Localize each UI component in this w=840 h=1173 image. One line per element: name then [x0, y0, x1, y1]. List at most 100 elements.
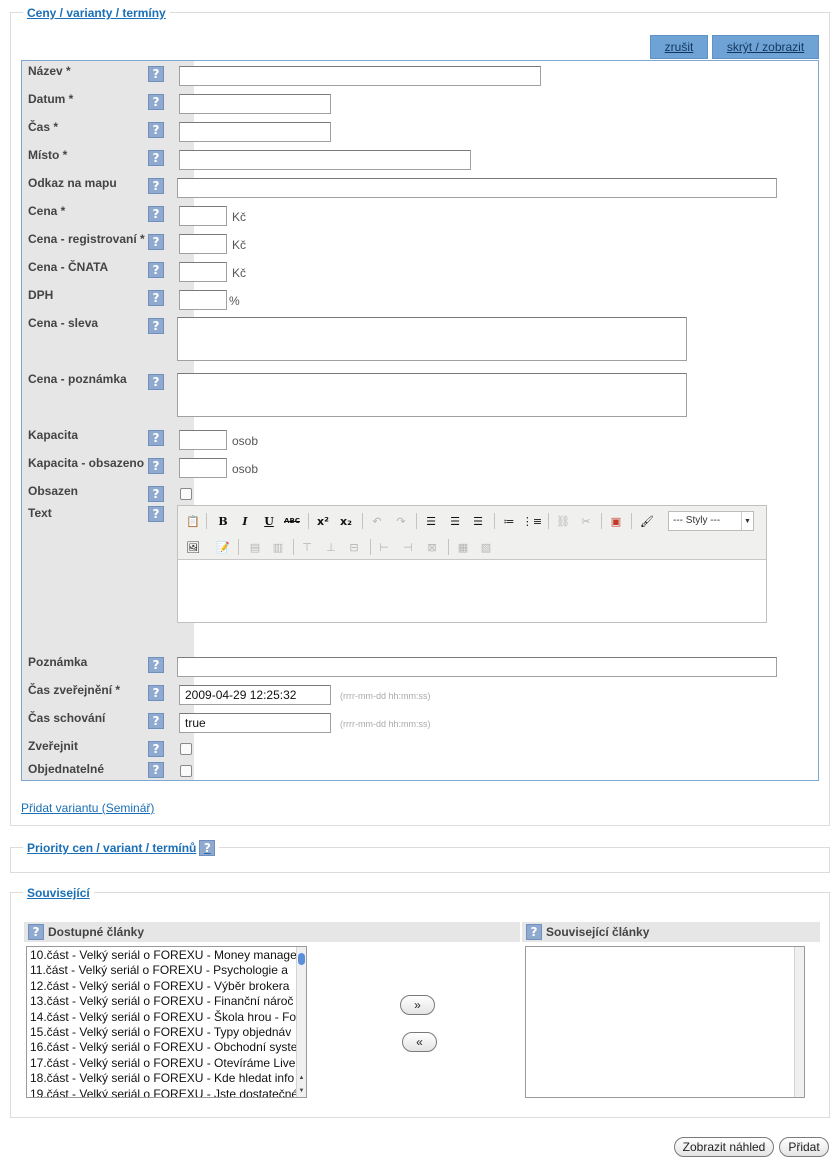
numbered-list-icon[interactable]: ⋮≡: [522, 512, 542, 530]
move-left-button[interactable]: «: [402, 1032, 437, 1052]
price-input[interactable]: [179, 206, 227, 226]
list-item[interactable]: 15.část - Velký seriál o FOREXU - Typy o…: [27, 1025, 296, 1040]
help-icon[interactable]: ?: [28, 924, 44, 940]
help-icon[interactable]: ?: [148, 206, 164, 222]
help-icon[interactable]: ?: [148, 430, 164, 446]
help-icon[interactable]: ?: [526, 924, 542, 940]
insert-col-after-icon[interactable]: ⊣: [399, 538, 417, 556]
align-center-icon[interactable]: ☰: [446, 512, 464, 530]
price-note-textarea[interactable]: [177, 373, 687, 417]
prices-section-title[interactable]: Ceny / varianty / termíny: [23, 5, 170, 21]
publish-time-input[interactable]: 2009-04-29 12:25:32: [179, 685, 331, 705]
align-right-icon[interactable]: ☰: [469, 512, 487, 530]
price-registered-input[interactable]: [179, 234, 227, 254]
add-button[interactable]: Přidat: [779, 1137, 829, 1157]
help-icon[interactable]: ?: [148, 262, 164, 278]
list-item[interactable]: 16.část - Velký seriál o FOREXU - Obchod…: [27, 1040, 296, 1055]
publish-checkbox[interactable]: [180, 743, 192, 755]
occupied-checkbox[interactable]: [180, 488, 192, 500]
insert-row-after-icon[interactable]: ⊥: [322, 538, 340, 556]
scroll-down-arrow-icon[interactable]: ▼: [297, 1086, 306, 1095]
table-row-props-icon[interactable]: ▤: [246, 538, 264, 556]
add-variant-link[interactable]: Přidat variantu (Seminář): [21, 801, 154, 815]
help-icon[interactable]: ?: [148, 458, 164, 474]
list-item[interactable]: 13.část - Velký seriál o FOREXU - Finanč…: [27, 994, 296, 1009]
available-articles-list[interactable]: 10.část - Velký seriál o FOREXU - Money …: [26, 946, 307, 1098]
delete-col-icon[interactable]: ⊠: [423, 538, 441, 556]
priorities-title-text[interactable]: Priority cen / variant / termínů: [27, 840, 196, 856]
list-item[interactable]: 18.část - Velký seriál o FOREXU - Kde hl…: [27, 1071, 296, 1086]
unlink-icon[interactable]: ✂: [577, 512, 595, 530]
preview-button[interactable]: Zobrazit náhled: [674, 1137, 774, 1157]
bold-icon[interactable]: B: [214, 512, 232, 530]
scrollbar-thumb[interactable]: [298, 953, 305, 965]
help-icon[interactable]: ?: [148, 234, 164, 250]
vat-input[interactable]: [179, 290, 227, 310]
help-icon[interactable]: ?: [148, 657, 164, 673]
time-input[interactable]: [179, 122, 331, 142]
list-item[interactable]: 19.část - Velký seriál o FOREXU - Jste d…: [27, 1087, 296, 1097]
undo-icon[interactable]: ↶: [368, 512, 386, 530]
date-input[interactable]: [179, 94, 331, 114]
price-cnata-input[interactable]: [179, 262, 227, 282]
help-icon[interactable]: ?: [148, 290, 164, 306]
insert-row-before-icon[interactable]: ⊤: [298, 538, 316, 556]
list-item[interactable]: 14.část - Velký seriál o FOREXU - Škola …: [27, 1010, 296, 1025]
edit-icon[interactable]: 📝: [214, 538, 232, 556]
help-icon[interactable]: ?: [148, 178, 164, 194]
styles-select[interactable]: --- Styly --- ▼: [668, 511, 754, 531]
list-scrollbar[interactable]: ▲ ▼: [296, 947, 306, 1097]
insert-image-icon[interactable]: 🖼: [184, 538, 202, 556]
priorities-section-title[interactable]: Priority cen / variant / termínů ?: [23, 840, 220, 856]
insert-col-before-icon[interactable]: ⊢: [375, 538, 393, 556]
help-icon[interactable]: ?: [148, 486, 164, 502]
help-icon[interactable]: ?: [199, 840, 216, 856]
help-icon[interactable]: ?: [148, 94, 164, 110]
align-left-icon[interactable]: ☰: [422, 512, 440, 530]
toggle-visibility-button[interactable]: skrýt / zobrazit: [712, 35, 819, 59]
help-icon[interactable]: ?: [148, 66, 164, 82]
table-cell-props-icon[interactable]: ▥: [269, 538, 287, 556]
merge-cells-icon[interactable]: ▧: [477, 538, 495, 556]
paste-word-icon[interactable]: 📋: [184, 512, 202, 530]
list-item[interactable]: 11.část - Velký seriál o FOREXU - Psycho…: [27, 963, 296, 978]
italic-icon[interactable]: I: [236, 512, 254, 530]
html-source-icon[interactable]: ▣: [607, 512, 625, 530]
list-scrollbar[interactable]: [794, 947, 804, 1097]
place-input[interactable]: [179, 150, 471, 170]
split-cells-icon[interactable]: ▦: [454, 538, 472, 556]
scroll-up-arrow-icon[interactable]: ▲: [297, 1073, 306, 1082]
help-icon[interactable]: ?: [148, 762, 164, 778]
help-icon[interactable]: ?: [148, 713, 164, 729]
capacity-occupied-input[interactable]: [179, 458, 227, 478]
bullet-list-icon[interactable]: ≔: [500, 512, 518, 530]
list-item[interactable]: 10.část - Velký seriál o FOREXU - Money …: [27, 948, 296, 963]
help-icon[interactable]: ?: [148, 122, 164, 138]
help-icon[interactable]: ?: [148, 506, 164, 522]
help-icon[interactable]: ?: [148, 374, 164, 390]
list-item[interactable]: 17.část - Velký seriál o FOREXU - Otevír…: [27, 1056, 296, 1071]
help-icon[interactable]: ?: [148, 318, 164, 334]
map-link-input[interactable]: [177, 178, 777, 198]
redo-icon[interactable]: ↷: [392, 512, 410, 530]
underline-icon[interactable]: U: [260, 512, 278, 530]
subscript-icon[interactable]: x₂: [337, 512, 355, 530]
delete-row-icon[interactable]: ⊟: [345, 538, 363, 556]
related-section-title[interactable]: Související: [23, 885, 94, 901]
price-discount-textarea[interactable]: [177, 317, 687, 361]
capacity-input[interactable]: [179, 430, 227, 450]
link-icon[interactable]: ⛓: [554, 512, 572, 530]
name-input[interactable]: [179, 66, 541, 86]
cleanup-brush-icon[interactable]: 🖌: [638, 512, 656, 530]
hide-time-input[interactable]: true: [179, 713, 331, 733]
note-input[interactable]: [177, 657, 777, 677]
help-icon[interactable]: ?: [148, 685, 164, 701]
cancel-button[interactable]: zrušit: [650, 35, 708, 59]
help-icon[interactable]: ?: [148, 150, 164, 166]
move-right-button[interactable]: »: [400, 995, 435, 1015]
help-icon[interactable]: ?: [148, 741, 164, 757]
list-item[interactable]: 12.část - Velký seriál o FOREXU - Výběr …: [27, 979, 296, 994]
superscript-icon[interactable]: x²: [314, 512, 332, 530]
orderable-checkbox[interactable]: [180, 765, 192, 777]
strikethrough-icon[interactable]: ABC: [283, 512, 301, 530]
